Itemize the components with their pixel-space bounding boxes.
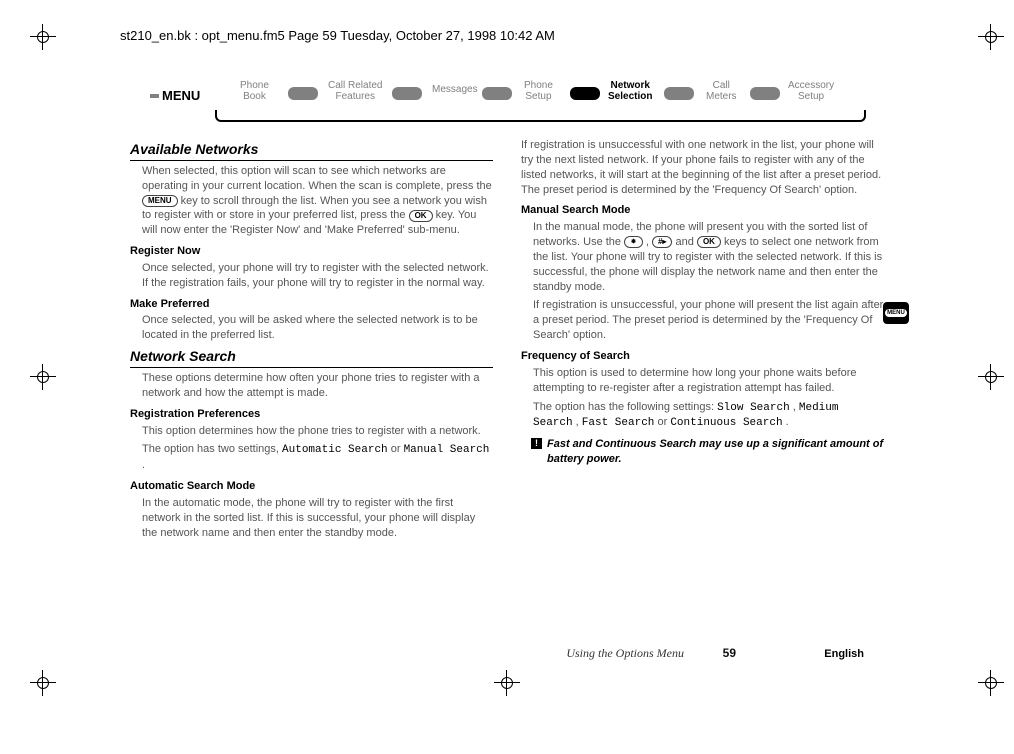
page-header: st210_en.bk : opt_menu.fm5 Page 59 Tuesd… — [120, 28, 555, 43]
side-tab-menu: MENU — [883, 302, 909, 324]
heading-register-now: Register Now — [130, 244, 493, 259]
heading-make-preferred: Make Preferred — [130, 297, 493, 312]
nav-pill-active — [570, 87, 600, 100]
heading-manual-search: Manual Search Mode — [521, 203, 884, 218]
footer-language: English — [814, 646, 874, 662]
heading-available-networks: Available Networks — [130, 140, 493, 161]
nav-pill — [288, 87, 318, 100]
para: The option has the following settings: S… — [533, 400, 884, 432]
para: Once selected, you will be asked where t… — [142, 313, 493, 343]
footer-page: 59 — [723, 646, 736, 660]
nav-phone-book: Phone Book — [240, 80, 269, 102]
ok-key-icon: OK — [697, 236, 721, 248]
para: In the manual mode, the phone will prese… — [533, 220, 884, 294]
menu-dash-icon — [150, 94, 159, 98]
cropmark-tr — [978, 24, 1004, 50]
para: In the automatic mode, the phone will tr… — [142, 496, 493, 541]
warning-icon: ! — [531, 438, 542, 449]
columns: Available Networks When selected, this o… — [130, 136, 884, 545]
nav-network-selection: Network Selection — [608, 80, 652, 102]
content: MENU Phone Book Call Related Features Me… — [130, 80, 884, 694]
footer: Using the Options Menu 59 English — [130, 646, 884, 666]
hash-key-icon: #▸ — [652, 236, 672, 248]
nav-pill — [392, 87, 422, 100]
nav-messages: Messages — [432, 84, 478, 95]
nav-call-related: Call Related Features — [328, 80, 382, 102]
nav-bracket — [215, 110, 866, 122]
para: These options determine how often your p… — [142, 371, 493, 401]
para: When selected, this option will scan to … — [142, 164, 493, 238]
nav-pill — [664, 87, 694, 100]
para: If registration is unsuccessful, your ph… — [533, 298, 884, 343]
cropmark-bl — [30, 670, 56, 696]
nav-menu-label: MENU — [162, 88, 200, 103]
footer-title: Using the Options Menu — [566, 646, 684, 661]
para: This option is used to determine how lon… — [533, 366, 884, 396]
heading-registration-pref: Registration Preferences — [130, 407, 493, 422]
para: Once selected, your phone will try to re… — [142, 261, 493, 291]
cropmark-tl — [30, 24, 56, 50]
nav-pill — [750, 87, 780, 100]
ok-key-icon: OK — [409, 210, 433, 222]
heading-auto-search: Automatic Search Mode — [130, 479, 493, 494]
nav-accessory-setup: Accessory Setup — [788, 80, 834, 102]
cropmark-br — [978, 670, 1004, 696]
nav-pill — [482, 87, 512, 100]
left-column: Available Networks When selected, this o… — [130, 136, 493, 545]
para: If registration is unsuccessful with one… — [521, 138, 884, 197]
nav-bar: MENU Phone Book Call Related Features Me… — [130, 80, 884, 128]
heading-network-search: Network Search — [130, 347, 493, 368]
cropmark-ml — [30, 364, 56, 390]
heading-freq-search: Frequency of Search — [521, 349, 884, 364]
cropmark-mr — [978, 364, 1004, 390]
nav-call-meters: Call Meters — [706, 80, 737, 102]
nav-phone-setup: Phone Setup — [524, 80, 553, 102]
warning-note: ! Fast and Continuous Search may use up … — [533, 437, 884, 467]
right-column: If registration is unsuccessful with one… — [521, 136, 884, 545]
star-key-icon: ⁕ — [624, 236, 643, 248]
menu-key-icon: MENU — [142, 195, 178, 207]
para: The option has two settings, Automatic S… — [142, 442, 493, 473]
para: This option determines how the phone tri… — [142, 424, 493, 439]
